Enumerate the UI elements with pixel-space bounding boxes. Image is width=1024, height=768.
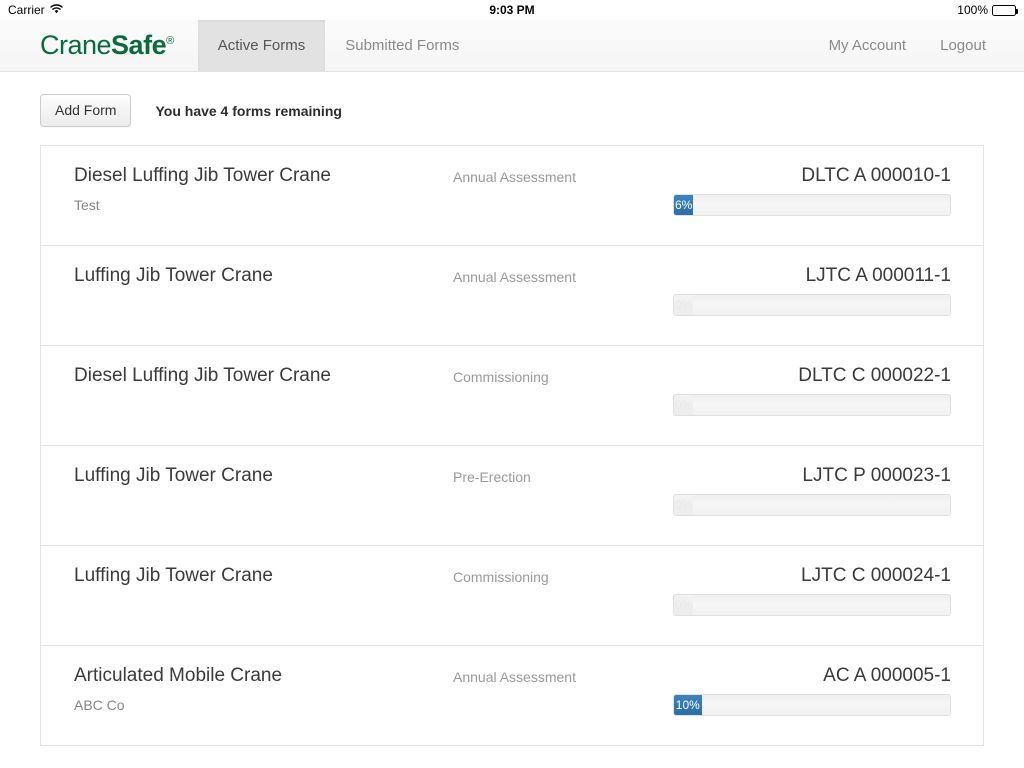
form-progress-bar: 0% — [673, 494, 951, 517]
form-reference-code: DLTC A 000010-1 — [801, 165, 951, 187]
form-reference-code: DLTC C 000022-1 — [798, 365, 951, 387]
form-subtitle: ABC Co — [74, 697, 125, 714]
battery-full-icon — [992, 4, 1018, 16]
form-reference-code: LJTC P 000023-1 — [802, 465, 951, 487]
form-reference-code: AC A 000005-1 — [823, 665, 951, 687]
form-row[interactable]: Luffing Jib Tower Crane Commissioning LJTC… — [41, 546, 983, 647]
add-form-button[interactable]: Add Form — [40, 94, 132, 128]
form-reference-code: LJTC A 000011-1 — [805, 265, 951, 287]
brand-wordmark: CraneSafe® — [40, 32, 174, 59]
registered-trademark-icon: ® — [166, 35, 174, 47]
form-progress-label: 0% — [674, 398, 693, 413]
form-progress-fill: 6% — [674, 195, 694, 216]
form-progress-fill: 0% — [674, 595, 694, 616]
form-progress-bar: 0% — [673, 594, 951, 617]
form-title: Diesel Luffing Jib Tower Crane — [74, 165, 331, 187]
form-assessment-type: Pre-Erection — [453, 469, 531, 486]
form-row[interactable]: Luffing Jib Tower Crane Pre-Erection LJTC … — [41, 446, 983, 547]
primary-nav-tabs: Active Forms Submitted Forms — [197, 20, 480, 71]
form-title: Luffing Jib Tower Crane — [74, 565, 273, 587]
form-subtitle: Test — [74, 197, 100, 214]
form-title: Luffing Jib Tower Crane — [74, 465, 273, 487]
forms-remaining-label: You have 4 forms remaining — [155, 102, 342, 119]
form-assessment-type: Annual Assessment — [453, 169, 576, 186]
form-title: Luffing Jib Tower Crane — [74, 265, 273, 287]
form-row[interactable]: Luffing Jib Tower Crane Annual Assessment… — [41, 246, 983, 347]
tab-active-forms[interactable]: Active Forms — [197, 20, 326, 71]
brand-crane-text: Crane — [40, 30, 112, 60]
form-progress-fill: 10% — [674, 695, 702, 716]
form-title: Articulated Mobile Crane — [74, 665, 283, 687]
account-nav: My Account Logout — [829, 20, 1024, 71]
ios-status-bar: Carrier 9:03 PM 100% — [0, 0, 1024, 20]
status-bar-time: 9:03 PM — [489, 3, 535, 17]
form-progress-bar: 0% — [673, 394, 951, 417]
form-title: Diesel Luffing Jib Tower Crane — [74, 365, 331, 387]
form-assessment-type: Annual Assessment — [453, 669, 576, 686]
form-progress-fill: 0% — [674, 395, 694, 416]
form-progress-fill: 0% — [674, 295, 694, 316]
form-progress-label: 0% — [674, 498, 693, 513]
forms-toolbar: Add Form You have 4 forms remaining — [0, 72, 1024, 128]
app-header: CraneSafe® Active Forms Submitted Forms … — [0, 20, 1024, 72]
form-assessment-type: Commissioning — [453, 369, 549, 386]
form-progress-label: 6% — [674, 198, 693, 213]
form-progress-label: 0% — [674, 298, 693, 313]
form-row[interactable]: Articulated Mobile Crane ABC Co Annual Ass… — [41, 646, 983, 747]
active-forms-list: Diesel Luffing Jib Tower Crane Test Annual… — [40, 145, 984, 747]
form-row[interactable]: Diesel Luffing Jib Tower Crane Commission… — [41, 346, 983, 447]
form-progress-bar: 0% — [673, 294, 951, 317]
form-assessment-type: Commissioning — [453, 569, 549, 586]
cranesafe-logo[interactable]: CraneSafe® — [0, 20, 174, 71]
form-reference-code: LJTC C 000024-1 — [801, 565, 951, 587]
form-row[interactable]: Diesel Luffing Jib Tower Crane Test Annual… — [41, 146, 983, 247]
form-progress-bar: 6% — [673, 194, 951, 217]
form-assessment-type: Annual Assessment — [453, 269, 576, 286]
form-progress-bar: 10% — [673, 694, 951, 717]
form-progress-label: 0% — [674, 598, 693, 613]
form-progress-label: 10% — [675, 698, 700, 713]
battery-percent-label: 100% — [957, 3, 988, 17]
nav-link-my-account[interactable]: My Account — [829, 37, 907, 54]
status-bar-right: 100% — [957, 3, 1018, 17]
nav-link-logout[interactable]: Logout — [940, 37, 986, 54]
form-progress-fill: 0% — [674, 495, 694, 516]
brand-safe-text: Safe — [111, 30, 167, 60]
tab-submitted-forms[interactable]: Submitted Forms — [325, 20, 479, 71]
